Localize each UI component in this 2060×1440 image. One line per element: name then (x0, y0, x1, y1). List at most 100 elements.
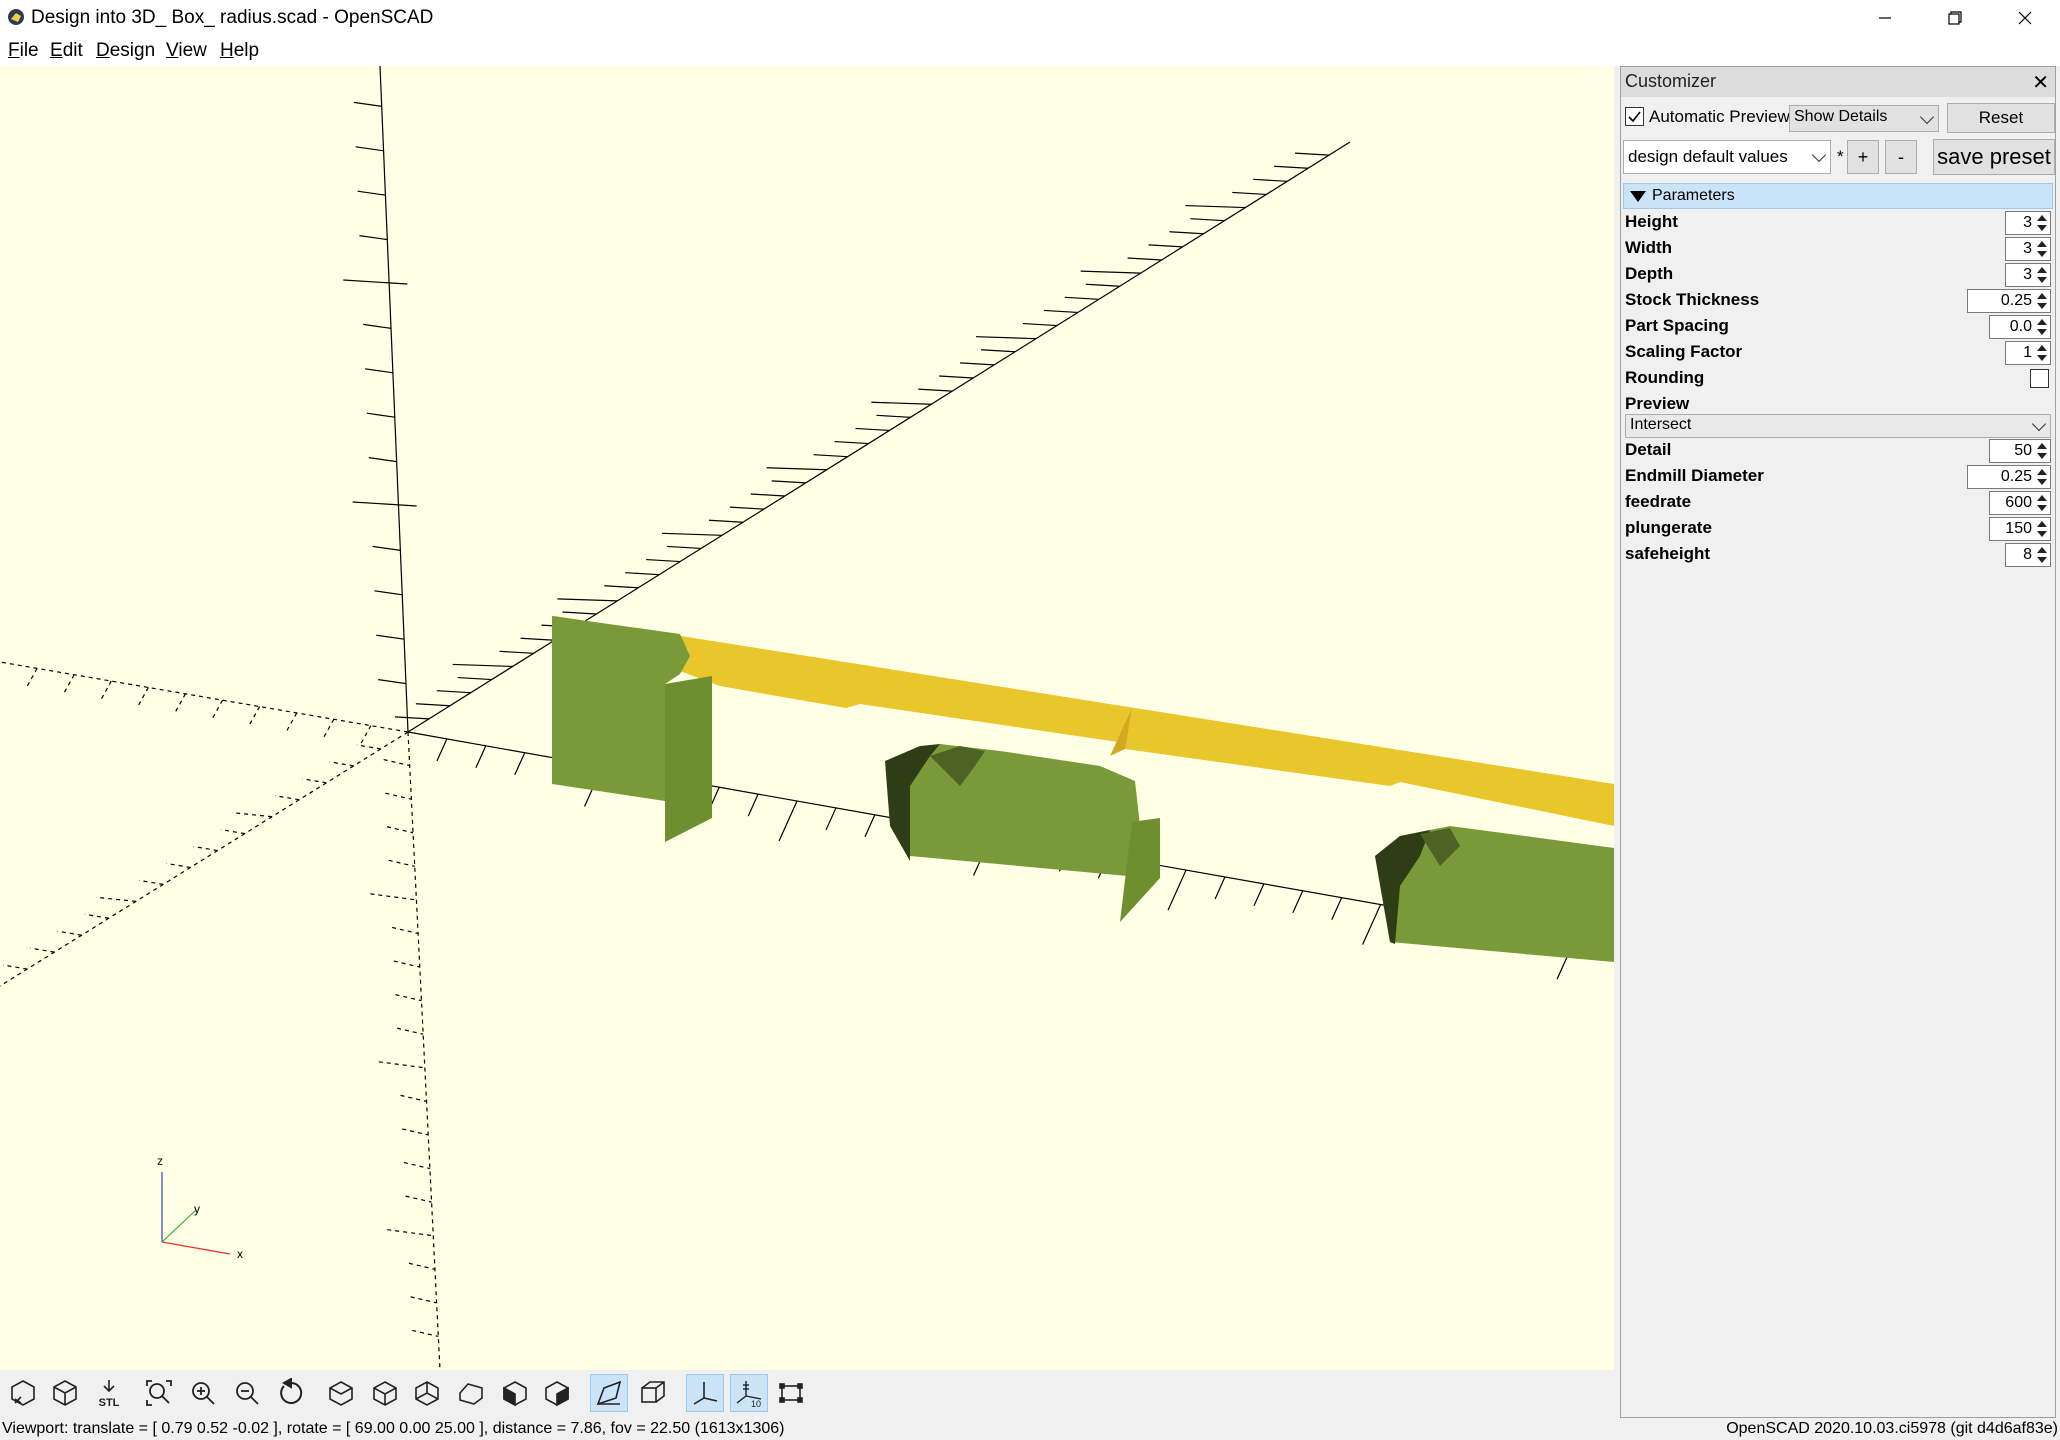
parameters-section-header[interactable]: Parameters (1623, 183, 2053, 209)
restore-button[interactable] (1920, 0, 1990, 36)
param-row-part-spacing: Part Spacing 0.0 (1621, 314, 2055, 340)
zoom-in-button[interactable] (184, 1374, 222, 1412)
reset-view-button[interactable] (272, 1374, 310, 1412)
param-label: plungerate (1625, 518, 1712, 537)
automatic-preview-checkbox[interactable] (1625, 107, 1644, 126)
stock-thickness-spinbox[interactable]: 0.25 (1967, 289, 2051, 313)
param-label: Depth (1625, 264, 1674, 283)
param-label: Scaling Factor (1625, 342, 1743, 361)
spin-arrows-icon[interactable] (2036, 292, 2048, 310)
menu-view[interactable]: View (166, 40, 207, 62)
show-edges-button[interactable] (772, 1374, 810, 1412)
param-row-safeheight: safeheight 8 (1621, 542, 2055, 568)
view-all-icon (146, 1380, 172, 1406)
axis-label-y: y (194, 1202, 200, 1216)
detail-spinbox[interactable]: 50 (1989, 439, 2051, 463)
param-row-width: Width 3 (1621, 236, 2055, 262)
feedrate-spinbox[interactable]: 600 (1989, 491, 2051, 515)
param-label: Preview (1625, 394, 1690, 413)
zoom-in-icon (192, 1382, 215, 1405)
menu-file[interactable]: File (8, 40, 39, 62)
export-stl-button[interactable]: STL (90, 1374, 128, 1412)
param-label: Endmill Diameter (1625, 466, 1764, 485)
chevron-down-icon (1919, 109, 1935, 124)
status-bar: Viewport: translate = [ 0.79 0.52 -0.02 … (0, 1418, 2060, 1440)
remove-preset-button[interactable]: - (1885, 140, 1917, 174)
spin-arrows-icon[interactable] (2036, 520, 2048, 538)
preview-mode-select[interactable]: Intersect (1625, 414, 2051, 438)
menu-design[interactable]: Design (96, 40, 155, 62)
show-edges-icon (779, 1383, 803, 1403)
close-button[interactable] (1990, 0, 2060, 36)
show-scale-markers-icon: 10 (736, 1381, 762, 1408)
orthogonal-button[interactable] (634, 1374, 672, 1412)
view-back-icon (545, 1381, 569, 1407)
render-cube-icon (11, 1380, 35, 1406)
viewport-canvas (0, 66, 1614, 1370)
view-back-button[interactable] (538, 1374, 576, 1412)
spin-arrows-icon[interactable] (2036, 266, 2048, 284)
param-row-endmill-diameter: Endmill Diameter 0.25 (1621, 464, 2055, 490)
safeheight-spinbox[interactable]: 8 (2005, 543, 2051, 567)
preset-modified-marker: * (1837, 147, 1844, 166)
view-front-button[interactable] (496, 1374, 534, 1412)
parameters-section-label: Parameters (1652, 187, 1735, 204)
param-label: safeheight (1625, 544, 1711, 563)
show-scale-markers-button[interactable]: 10 (730, 1374, 768, 1412)
show-axes-button[interactable] (686, 1374, 724, 1412)
add-preset-button[interactable]: + (1847, 140, 1879, 174)
spin-arrows-icon[interactable] (2036, 494, 2048, 512)
menu-edit[interactable]: Edit (50, 40, 83, 62)
perspective-button[interactable] (590, 1374, 628, 1412)
view-bottom-button[interactable] (408, 1374, 446, 1412)
perspective-icon (596, 1380, 622, 1406)
spin-arrows-icon[interactable] (2036, 240, 2048, 258)
scaling-factor-spinbox[interactable]: 1 (2005, 341, 2051, 365)
spin-arrows-icon[interactable] (2036, 214, 2048, 232)
endmill-diameter-spinbox[interactable]: 0.25 (1967, 465, 2051, 489)
menu-bar: File Edit Design View Help (0, 36, 2060, 66)
width-spinbox[interactable]: 3 (2005, 237, 2051, 261)
preview-cube-icon (53, 1380, 77, 1406)
3d-viewport[interactable]: z y x (0, 66, 1614, 1370)
customizer-header: Customizer ✕ (1621, 67, 2055, 97)
zoom-out-button[interactable] (228, 1374, 266, 1412)
param-label: Rounding (1625, 368, 1705, 387)
param-label: Part Spacing (1625, 316, 1729, 335)
minimize-button[interactable] (1850, 0, 1920, 36)
reset-button[interactable]: Reset (1947, 103, 2055, 133)
menu-help[interactable]: Help (220, 40, 259, 62)
plungerate-spinbox[interactable]: 150 (1989, 517, 2051, 541)
customizer-panel: Customizer ✕ Automatic Preview Show Deta… (1620, 66, 2056, 1418)
param-label: Width (1625, 238, 1673, 257)
preview-button[interactable] (46, 1374, 84, 1412)
view-right-button[interactable] (322, 1374, 360, 1412)
details-mode-value: Show Details (1794, 108, 1888, 125)
spin-arrows-icon[interactable] (2036, 442, 2048, 460)
depth-spinbox[interactable]: 3 (2005, 263, 2051, 287)
part-spacing-spinbox[interactable]: 0.0 (1989, 315, 2051, 339)
render-button[interactable] (4, 1374, 42, 1412)
spin-arrows-icon[interactable] (2036, 318, 2048, 336)
spin-arrows-icon[interactable] (2036, 468, 2048, 486)
param-label: Detail (1625, 440, 1672, 459)
view-top-button[interactable] (366, 1374, 404, 1412)
rounding-checkbox[interactable] (2030, 369, 2049, 388)
title-bar: Design into 3D_ Box_ radius.scad - OpenS… (0, 0, 2060, 36)
axes-and-scale-markers (0, 66, 1614, 1370)
param-row-plungerate: plungerate 150 (1621, 516, 2055, 542)
spin-arrows-icon[interactable] (2036, 546, 2048, 564)
customizer-close-icon[interactable]: ✕ (2032, 70, 2049, 95)
reset-view-icon (280, 1378, 303, 1404)
height-spinbox[interactable]: 3 (2005, 211, 2051, 235)
preset-select[interactable]: design default values (1623, 140, 1831, 174)
view-toolbar: STL 10 (0, 1370, 1614, 1416)
view-all-button[interactable] (140, 1374, 178, 1412)
zoom-out-icon (236, 1382, 259, 1405)
spin-arrows-icon[interactable] (2036, 344, 2048, 362)
details-mode-select[interactable]: Show Details (1789, 105, 1939, 132)
view-left-icon (459, 1383, 483, 1405)
view-right-icon (329, 1381, 353, 1406)
view-left-button[interactable] (452, 1374, 490, 1412)
save-preset-button[interactable]: save preset (1933, 139, 2055, 175)
